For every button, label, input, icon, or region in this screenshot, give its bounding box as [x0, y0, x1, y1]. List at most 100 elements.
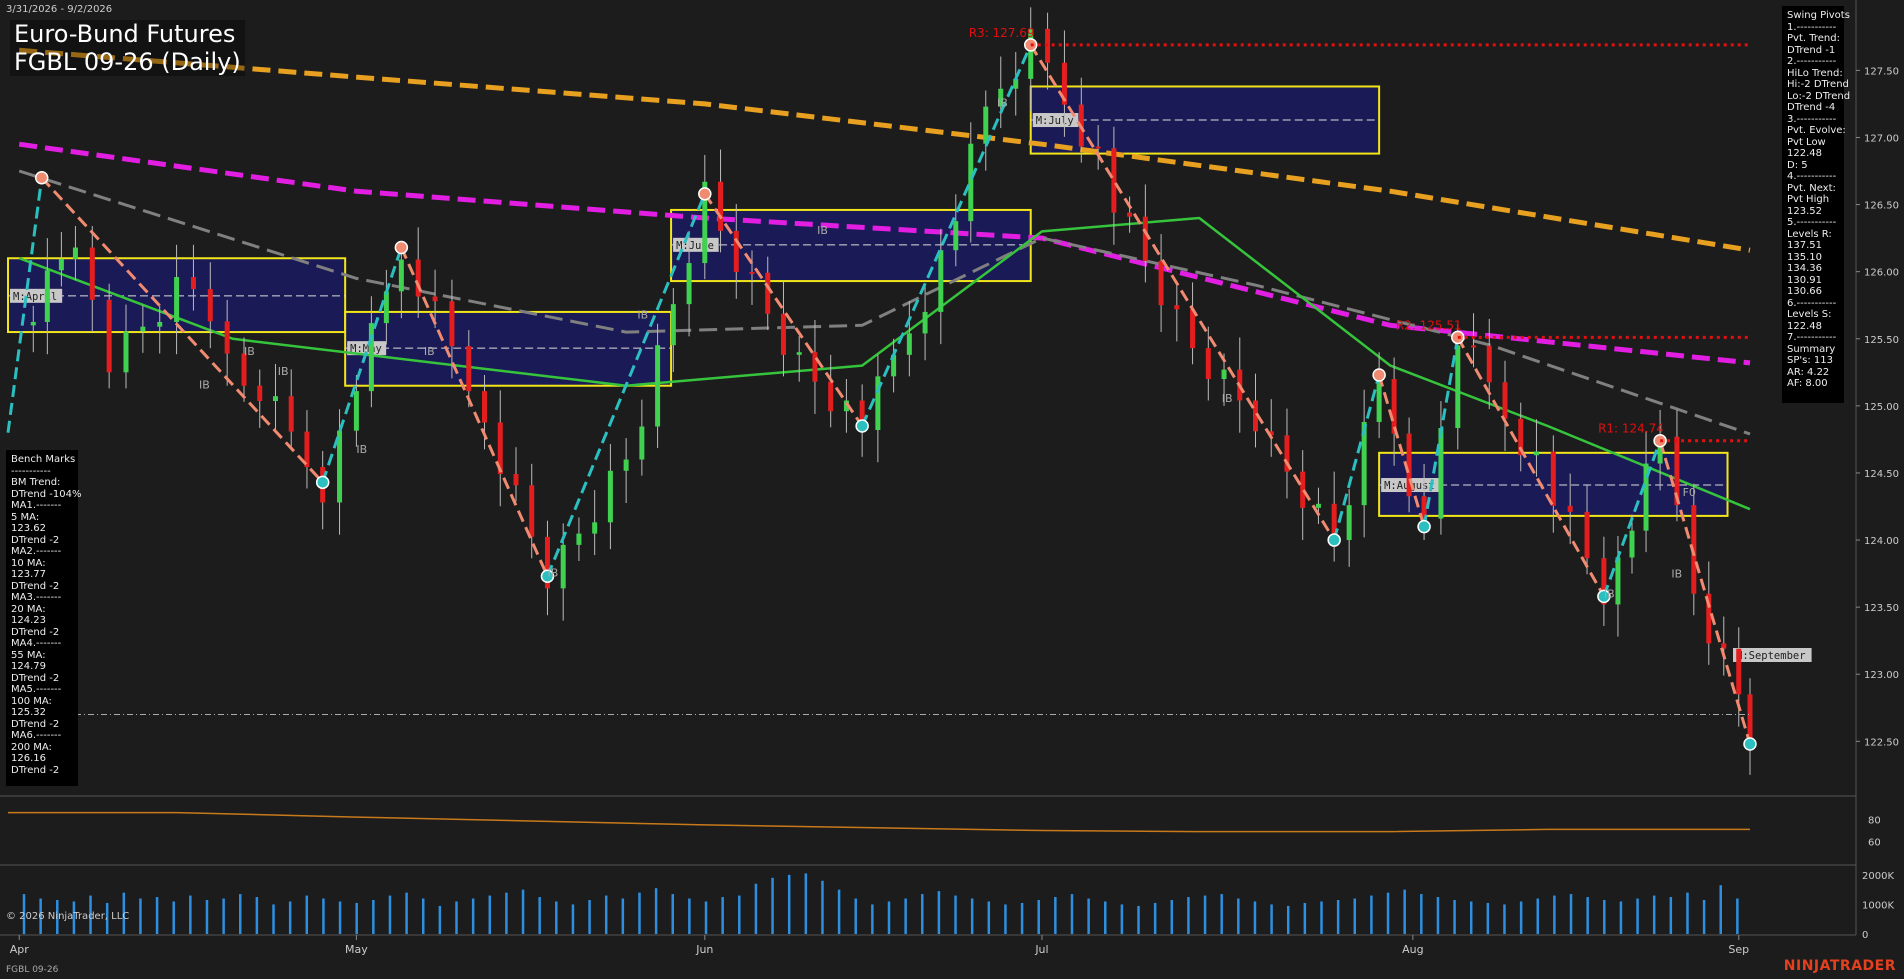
bench-marks-line: MA6.------- — [11, 730, 62, 741]
candle-body — [383, 291, 389, 324]
candle-body — [576, 533, 582, 545]
bench-marks-line: 126.16 — [11, 753, 46, 764]
candle-body — [1455, 345, 1461, 428]
bench-marks-line: 123.77 — [11, 569, 46, 580]
candle-body — [398, 259, 404, 292]
swing-pivots-line: Pvt. Next: — [1787, 182, 1836, 194]
ib-annotation: IB — [199, 378, 210, 391]
bench-marks-line: 124.79 — [11, 661, 46, 672]
y-tick-label: 127.50 — [1864, 66, 1899, 77]
swing-pivots-line: DTrend -4 — [1787, 102, 1836, 113]
swing-pivots-line: 122.48 — [1787, 320, 1822, 332]
candle-body — [1438, 427, 1444, 519]
candle-body — [1471, 345, 1477, 348]
volume-tick-label: 1000K — [1862, 900, 1894, 911]
swing-pivots-line: Lo:-2 DTrend — [1787, 90, 1851, 102]
swing-pivots-line: 5.----------- — [1787, 217, 1837, 228]
bench-marks-panel: Bench Marks ----------- BM Trend: DTrend -1… — [6, 450, 81, 786]
ib-annotation: IB — [424, 345, 435, 358]
candle-body — [1174, 305, 1180, 310]
candle-body — [1391, 379, 1397, 434]
x-tick-label: Aug — [1402, 943, 1423, 956]
x-tick-label: Jun — [695, 943, 713, 956]
y-tick-label: 125.50 — [1864, 335, 1899, 346]
candle-body — [1550, 451, 1556, 506]
bench-marks-line: BM Trend: — [11, 477, 61, 488]
candle-body — [1736, 648, 1742, 695]
monthly-box-label: M:April — [10, 288, 63, 303]
swing-pivots-line: 134.36 — [1787, 263, 1822, 274]
swing-pivots-line: 6.----------- — [1787, 297, 1837, 309]
candle-body — [592, 522, 598, 534]
swing-pivot-dot — [34, 170, 49, 185]
candle-body — [1629, 530, 1635, 558]
candle-body — [157, 321, 163, 327]
candle-body — [1502, 382, 1508, 419]
ib-annotation: IB — [997, 97, 1008, 110]
candle-body — [655, 345, 661, 427]
candle-body — [89, 247, 95, 300]
swing-pivots-line: Summary — [1787, 343, 1836, 355]
candle-body — [368, 323, 374, 392]
swing-pivots-line: 137.51 — [1787, 240, 1822, 251]
swing-pivots-line: 130.91 — [1787, 274, 1822, 286]
candle-body — [58, 258, 64, 271]
y-tick-label: 127.00 — [1864, 133, 1899, 144]
date-range: 3/31/2026 - 9/2/2026 — [6, 4, 113, 15]
candle-body — [1315, 503, 1321, 508]
candle-body — [812, 352, 818, 382]
bench-marks-line: 125.32 — [11, 707, 46, 718]
instrument-label: FGBL 09-26 — [6, 965, 59, 975]
bench-marks-line: 55 MA: — [11, 649, 46, 661]
candle-body — [560, 544, 566, 589]
candle-body — [828, 381, 834, 412]
swing-pivots-line: Levels S: — [1787, 309, 1832, 320]
swing-pivots-line: 123.52 — [1787, 205, 1822, 217]
candle-body — [353, 391, 359, 431]
swing-pivot-dot — [394, 240, 409, 255]
candle-body — [922, 311, 928, 334]
y-tick-label: 124.50 — [1864, 469, 1899, 480]
x-tick-label: Apr — [10, 943, 30, 956]
ib-annotation: F0 — [1683, 486, 1696, 499]
bench-marks-line: 100 MA: — [11, 695, 52, 707]
candle-body — [190, 277, 196, 290]
monthly-box-label: M:July — [1032, 113, 1079, 128]
candle-body — [432, 296, 438, 302]
bench-marks-line: DTrend -2 — [11, 580, 60, 592]
bench-marks-line: 123.62 — [11, 523, 46, 534]
monthly-box — [344, 310, 673, 387]
oscillator-tick-label: 80 — [1868, 815, 1881, 826]
swing-pivots-line: Pvt High — [1787, 194, 1830, 205]
swing-pivots-line: 122.48 — [1787, 148, 1822, 159]
brand-logo: NINJATRADER — [1783, 958, 1896, 974]
ib-annotation: IB — [637, 309, 648, 322]
y-tick-label: 126.00 — [1864, 268, 1899, 279]
candle-body — [1567, 505, 1573, 512]
candle-body — [1127, 212, 1133, 217]
candle-body — [106, 299, 112, 373]
candle-body — [241, 353, 247, 386]
swing-pivots-line: AF: 8.00 — [1787, 378, 1828, 389]
candle-body — [670, 304, 676, 346]
bench-marks-line: ----------- — [11, 465, 51, 477]
title-line-2: FGBL 09-26 (Daily) — [14, 48, 241, 76]
candle-body — [968, 143, 974, 222]
swing-pivots-line: 1.----------- — [1787, 21, 1837, 33]
swing-pivots-line: Pvt Low — [1787, 136, 1826, 148]
candle-body — [272, 396, 278, 402]
ib-annotation: IB — [547, 566, 558, 579]
candle-body — [513, 474, 519, 486]
candle-body — [1533, 451, 1539, 456]
candle-body — [1095, 146, 1101, 149]
x-tick-label: Jul — [1034, 943, 1048, 956]
monthly-label-text: M:July — [1036, 115, 1074, 127]
monthly-label-text: M:September — [1736, 650, 1806, 662]
candle-body — [257, 385, 263, 402]
swing-pivot-dot — [1327, 533, 1341, 547]
x-tick-label: Sep — [1728, 943, 1749, 956]
candle-body — [639, 426, 645, 460]
bench-marks-line: MA5.------- — [11, 684, 62, 695]
candle-body — [1190, 309, 1196, 349]
swing-pivots-line: 135.10 — [1787, 251, 1822, 263]
